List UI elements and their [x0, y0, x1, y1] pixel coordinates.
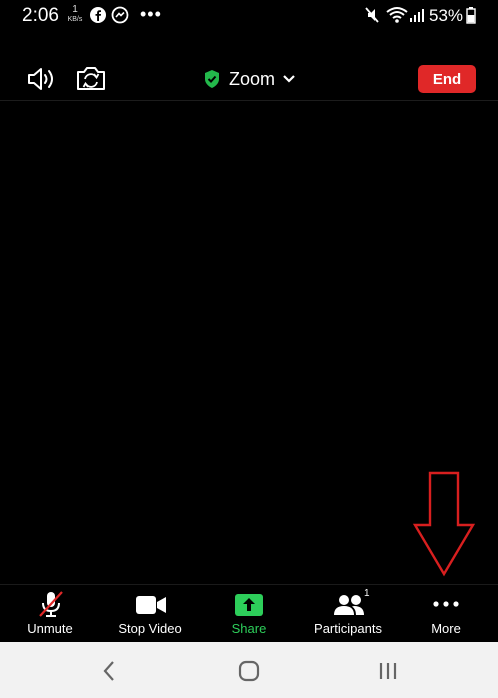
home-icon[interactable]	[237, 659, 261, 683]
meeting-top-bar: Zoom End	[0, 56, 498, 101]
video-camera-icon	[136, 596, 166, 614]
chevron-down-icon	[283, 75, 295, 83]
switch-camera-icon[interactable]	[75, 64, 107, 92]
speaker-icon[interactable]	[27, 66, 57, 92]
participants-label: Participants	[314, 621, 382, 636]
status-time: 2:06	[22, 5, 59, 26]
participants-button[interactable]: Participants	[298, 585, 398, 643]
share-icon	[235, 594, 263, 616]
mic-muted-icon	[39, 591, 63, 617]
share-label: Share	[231, 621, 267, 636]
participants-icon	[334, 595, 364, 615]
facebook-icon	[90, 7, 106, 23]
more-button[interactable]: More	[396, 585, 496, 643]
network-speed-value: 1	[72, 4, 78, 15]
network-speed: 1 KB/s	[65, 5, 85, 24]
status-bar: 2:06 1 KB/s ••• 53%	[0, 0, 498, 32]
share-button[interactable]: Share	[199, 585, 299, 643]
end-meeting-button[interactable]: End	[418, 65, 476, 93]
meeting-toolbar: Unmute Stop Video Share Participants Mor…	[0, 584, 498, 643]
meeting-title-dropdown[interactable]: Zoom	[203, 67, 295, 91]
wifi-icon	[386, 7, 408, 23]
meeting-title: Zoom	[229, 68, 276, 89]
network-speed-unit: KB/s	[67, 16, 83, 23]
shield-check-icon	[205, 70, 219, 88]
battery-icon	[466, 7, 476, 24]
signal-icon	[410, 9, 424, 22]
stop-video-label: Stop Video	[118, 621, 182, 636]
back-icon[interactable]	[101, 660, 117, 682]
unmute-label: Unmute	[27, 621, 73, 636]
status-overflow-dots: •••	[140, 4, 162, 24]
system-nav-bar	[0, 642, 498, 698]
battery-percent: 53%	[429, 6, 464, 25]
mute-icon	[365, 7, 379, 23]
participant-count-badge: 1	[364, 588, 370, 599]
more-label: More	[431, 621, 461, 636]
down-arrow-annotation-icon	[412, 471, 476, 577]
stop-video-button[interactable]: Stop Video	[100, 585, 200, 643]
more-dots-icon	[433, 601, 459, 607]
recent-apps-icon[interactable]	[378, 661, 398, 681]
messenger-icon	[111, 6, 129, 24]
unmute-button[interactable]: Unmute	[0, 585, 100, 643]
